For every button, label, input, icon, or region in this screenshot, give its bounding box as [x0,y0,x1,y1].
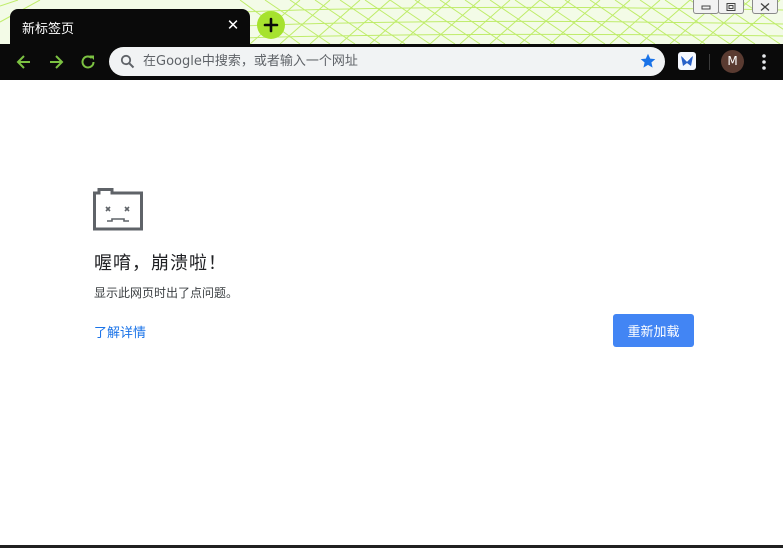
restore-icon [726,2,736,11]
reload-page-button[interactable] [77,51,99,73]
close-window-button[interactable] [752,0,778,14]
star-icon[interactable] [640,53,656,69]
omnibox[interactable] [109,47,665,76]
maximize-window-button[interactable] [718,0,744,14]
back-button[interactable] [13,51,35,73]
arrow-left-icon [16,55,30,69]
search-icon [120,54,135,69]
new-tab-button[interactable] [257,11,285,39]
close-window-icon [760,2,770,11]
minimize-window-button[interactable] [693,0,719,14]
sad-tab-icon [93,188,143,231]
browser-menu-button[interactable] [756,52,772,72]
reload-button[interactable]: 重新加载 [613,314,694,347]
error-title: 喔唷，崩溃啦！ [94,253,227,274]
tab-strip: 新标签页 ✕ [0,0,783,44]
learn-more-link[interactable]: 了解详情 [94,322,146,341]
address-input[interactable] [143,51,623,72]
arrow-right-icon [50,55,64,69]
reload-icon [81,55,95,69]
forward-button[interactable] [45,51,67,73]
profile-avatar[interactable]: M [721,50,744,73]
minimize-icon [701,5,711,9]
extension-button[interactable] [678,52,696,70]
tab-title: 新标签页 [22,22,75,37]
close-tab-icon[interactable]: ✕ [224,16,242,34]
active-tab[interactable]: 新标签页 ✕ [10,9,250,44]
extension-icon [681,56,693,66]
error-message: 显示此网页时出了点问题。 [94,286,239,300]
toolbar-divider [709,54,710,70]
plus-icon [263,17,279,33]
kebab-menu-icon [762,54,766,70]
browser-toolbar: M [0,44,783,80]
